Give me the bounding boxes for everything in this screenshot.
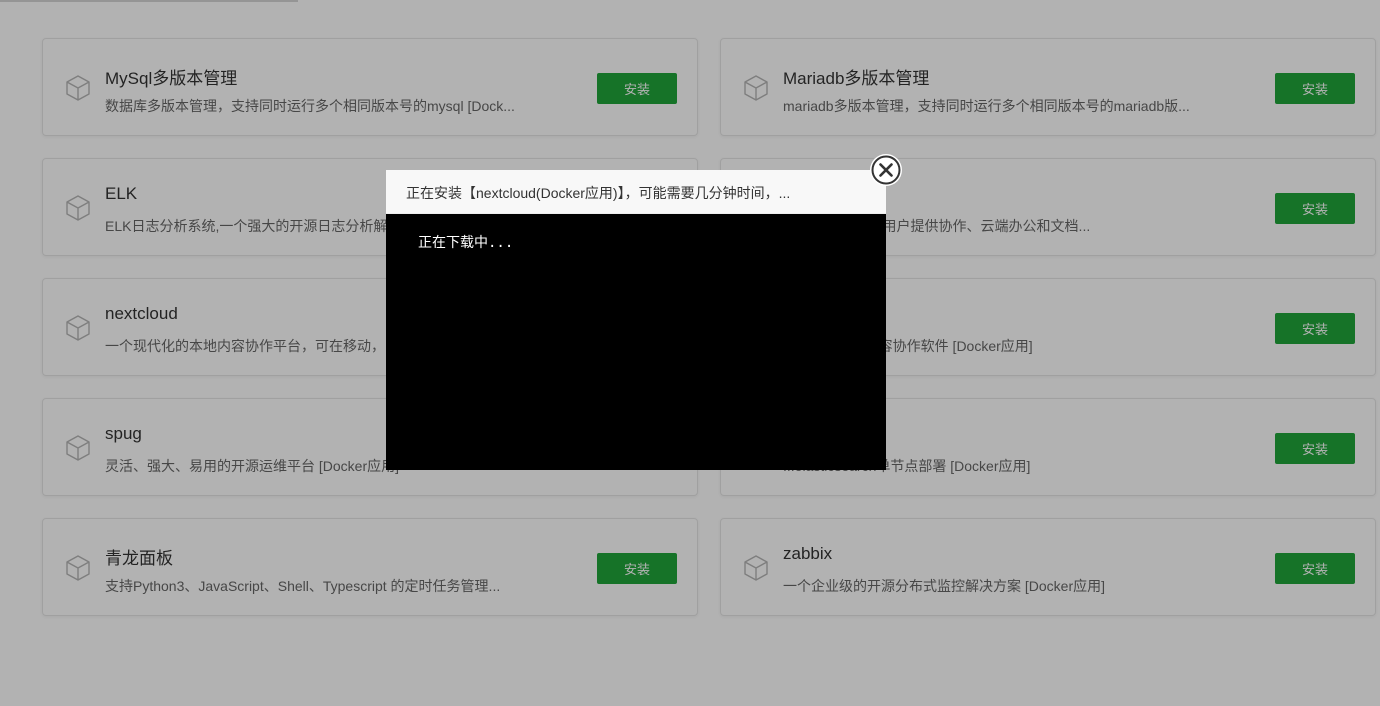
software-store-page: MySql多版本管理 数据库多版本管理，支持同时运行多个相同版本号的mysql …	[0, 0, 1380, 706]
close-icon	[871, 155, 901, 185]
install-log-output: 正在下载中...	[418, 235, 514, 251]
dialog-title: 正在安装【nextcloud(Docker应用)】，可能需要几分钟时间，...	[406, 185, 791, 201]
install-progress-dialog: 正在安装【nextcloud(Docker应用)】，可能需要几分钟时间，... …	[386, 170, 886, 470]
dialog-header: 正在安装【nextcloud(Docker应用)】，可能需要几分钟时间，...	[386, 170, 886, 214]
close-dialog-button[interactable]	[870, 154, 902, 186]
